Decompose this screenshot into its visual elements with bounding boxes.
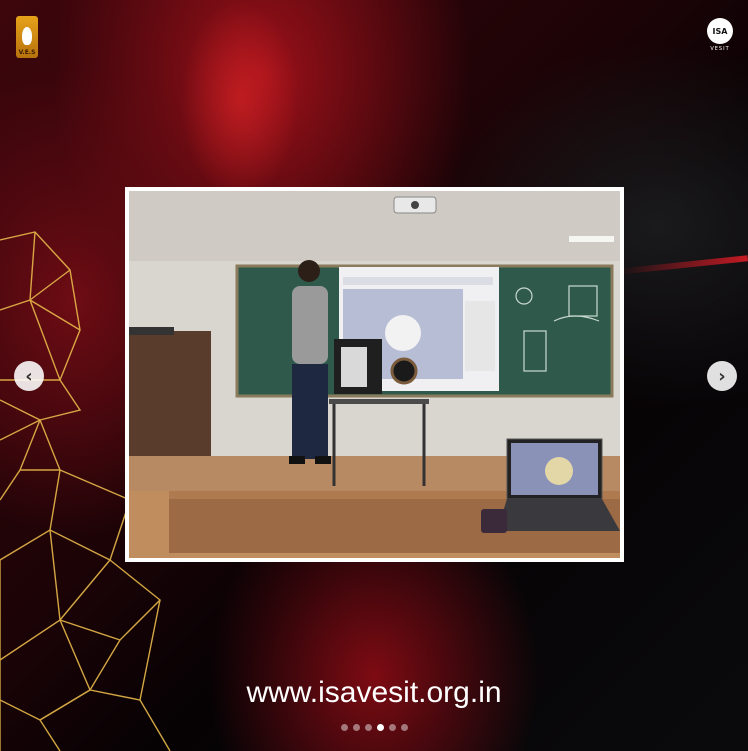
carousel-next-button[interactable]: › — [707, 361, 737, 391]
pagination-dot[interactable] — [364, 724, 372, 731]
ves-logo: V.E.S — [16, 16, 38, 58]
pagination-dot[interactable] — [340, 724, 348, 731]
carousel-slide-photo-frame — [125, 187, 624, 562]
pagination-dot[interactable] — [400, 724, 408, 731]
background-glow — [180, 0, 300, 200]
isa-logo-subtext: VESIT — [710, 46, 730, 52]
pagination-dot[interactable] — [388, 724, 396, 731]
pagination-dot-active[interactable] — [376, 724, 384, 731]
isa-circle-logo-icon: ISA — [707, 18, 733, 44]
carousel-pagination — [0, 724, 748, 731]
isa-logo-text: ISA — [712, 26, 728, 36]
carousel-prev-button[interactable]: ‹ — [14, 361, 44, 391]
chevron-left-icon: ‹ — [25, 365, 33, 387]
website-url: www.isavesit.org.in — [246, 676, 502, 709]
isa-logo: ISA VESIT — [704, 18, 736, 58]
flame-crest-icon — [22, 27, 32, 45]
pagination-dot[interactable] — [352, 724, 360, 731]
ves-logo-text: V.E.S — [18, 49, 36, 56]
chevron-right-icon: › — [718, 365, 726, 387]
event-photo — [129, 191, 620, 558]
